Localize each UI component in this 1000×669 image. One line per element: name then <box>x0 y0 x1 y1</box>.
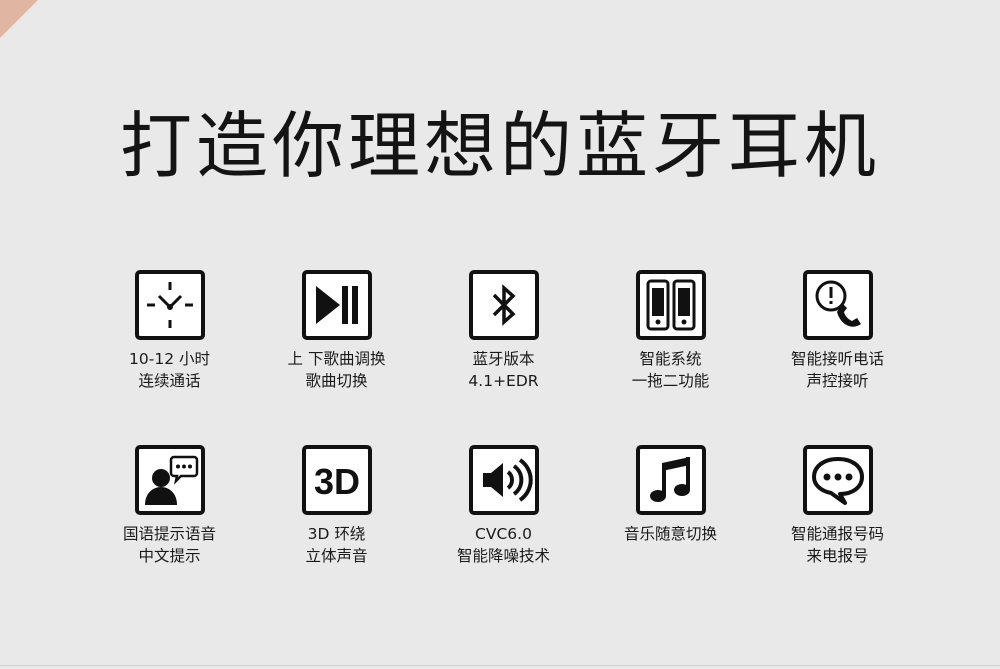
feature-caller-id: 智能通报号码 来电报号 <box>754 445 921 610</box>
feature-track-switch: 上 下歌曲调换 歌曲切换 <box>253 270 420 435</box>
feature-label: 国语提示语音 中文提示 <box>86 523 253 567</box>
chat-bubble-icon <box>802 445 873 515</box>
feature-label: 智能系统 一拖二功能 <box>587 348 754 392</box>
voice-prompt-icon <box>134 445 205 515</box>
feature-label-line2: 智能降噪技术 <box>456 547 550 565</box>
feature-label-line2: 立体声音 <box>305 547 368 565</box>
feature-label: 智能通报号码 来电报号 <box>754 523 921 567</box>
feature-smart-answer: 智能接听电话 声控接听 <box>754 270 921 435</box>
feature-label: 智能接听电话 声控接听 <box>754 348 921 392</box>
feature-3d-surround: 3D 3D 环绕 立体声音 <box>253 445 420 610</box>
feature-label: 音乐随意切换 <box>587 523 754 545</box>
phone-alert-icon <box>802 270 873 340</box>
feature-label: CVC6.0 智能降噪技术 <box>420 523 587 567</box>
feature-label-line2: 声控接听 <box>806 372 869 390</box>
feature-label-line2: 4.1+EDR <box>468 372 539 390</box>
feature-grid: 10-12 小时 连续通话 上 下歌曲调换 歌曲切换 蓝牙版本 4.1+EDR … <box>86 270 921 610</box>
feature-row: 国语提示语音 中文提示 3D 3D 环绕 立体声音 CVC6.0 智能降噪技术 … <box>86 445 921 610</box>
feature-label: 上 下歌曲调换 歌曲切换 <box>253 348 420 392</box>
feature-bluetooth-version: 蓝牙版本 4.1+EDR <box>420 270 587 435</box>
feature-label-line2: 来电报号 <box>806 547 869 565</box>
feature-label-line1: 10-12 小时 <box>129 350 210 368</box>
feature-label-line2: 连续通话 <box>138 372 201 390</box>
divider <box>0 665 1000 666</box>
feature-row: 10-12 小时 连续通话 上 下歌曲调换 歌曲切换 蓝牙版本 4.1+EDR … <box>86 270 921 435</box>
3d-icon-text: 3D <box>313 461 359 502</box>
bluetooth-icon <box>468 270 539 340</box>
feature-label-line1: 蓝牙版本 <box>472 350 535 368</box>
feature-voice-prompt: 国语提示语音 中文提示 <box>86 445 253 610</box>
feature-label-line1: 智能接听电话 <box>790 350 884 368</box>
clock-icon <box>134 270 205 340</box>
feature-label-line1: 音乐随意切换 <box>623 525 717 543</box>
corner-accent <box>0 0 38 38</box>
3d-icon: 3D <box>301 445 372 515</box>
feature-label-line1: 上 下歌曲调换 <box>287 350 386 368</box>
feature-label: 3D 环绕 立体声音 <box>253 523 420 567</box>
feature-noise-reduction: CVC6.0 智能降噪技术 <box>420 445 587 610</box>
feature-talk-time: 10-12 小时 连续通话 <box>86 270 253 435</box>
feature-dual-connect: 智能系统 一拖二功能 <box>587 270 754 435</box>
feature-label-line1: 智能系统 <box>639 350 702 368</box>
feature-label-line1: CVC6.0 <box>475 525 532 543</box>
feature-label: 10-12 小时 连续通话 <box>86 348 253 392</box>
feature-music-switch: 音乐随意切换 <box>587 445 754 610</box>
feature-label-line2: 歌曲切换 <box>305 372 368 390</box>
feature-label-line2: 一拖二功能 <box>631 372 710 390</box>
speaker-icon <box>468 445 539 515</box>
feature-label-line2: 中文提示 <box>138 547 201 565</box>
feature-label-line1: 国语提示语音 <box>122 525 216 543</box>
feature-label-line1: 3D 环绕 <box>307 525 366 543</box>
feature-label: 蓝牙版本 4.1+EDR <box>420 348 587 392</box>
music-note-icon <box>635 445 706 515</box>
feature-label-line1: 智能通报号码 <box>790 525 884 543</box>
page-title: 打造你理想的蓝牙耳机 <box>119 104 880 188</box>
play-pause-icon <box>301 270 372 340</box>
dual-phone-icon <box>635 270 706 340</box>
